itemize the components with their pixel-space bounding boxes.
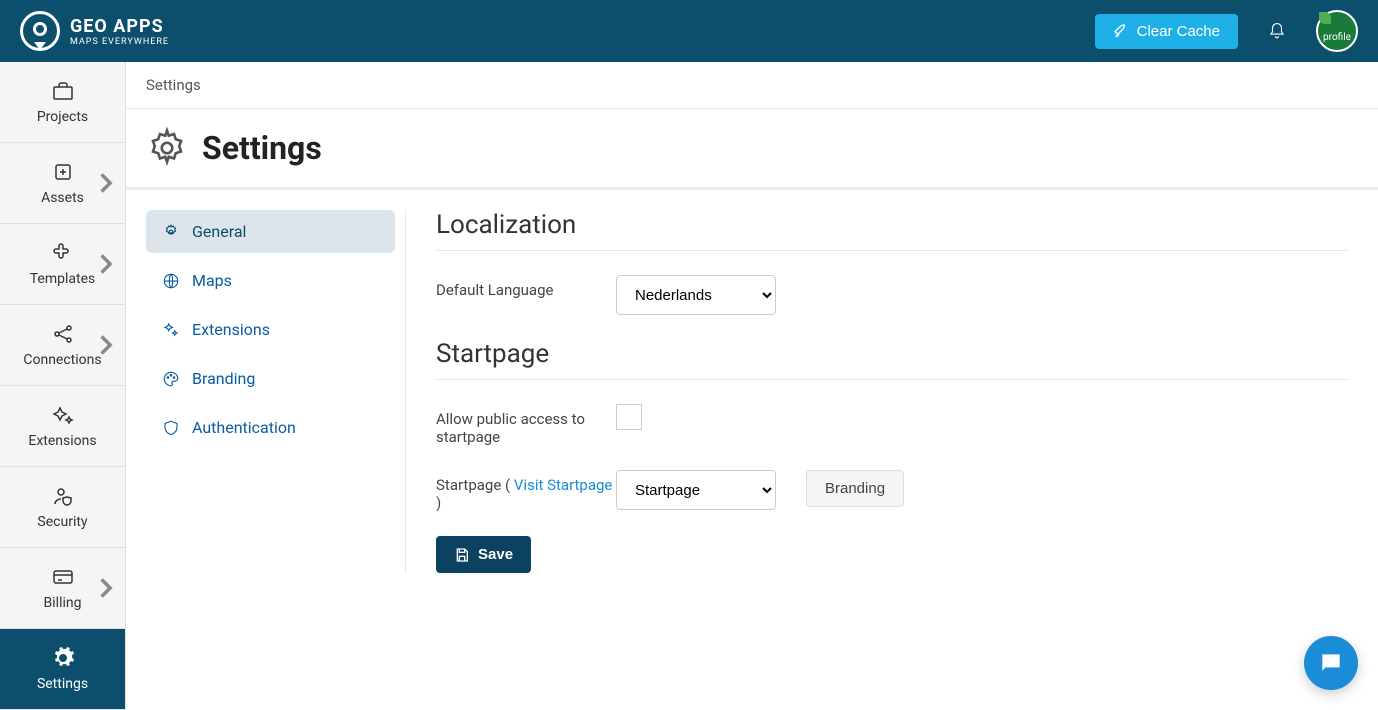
sparkle-icon <box>162 321 180 339</box>
subnav-general[interactable]: General <box>146 210 395 253</box>
subnav-branding[interactable]: Branding <box>146 357 395 400</box>
sidebar-item-projects[interactable]: Projects <box>0 62 125 143</box>
puzzle-icon <box>51 241 75 265</box>
page-title: Settings <box>202 129 322 167</box>
default-language-label: Default Language <box>436 275 616 299</box>
allow-public-label: Allow public access to startpage <box>436 404 616 446</box>
sidebar-item-extensions[interactable]: Extensions <box>0 386 125 467</box>
settings-subnav: General Maps Extensions Branding Authent… <box>146 210 406 573</box>
branding-button[interactable]: Branding <box>806 470 904 507</box>
plus-box-icon <box>51 160 75 184</box>
visit-startpage-link[interactable]: Visit Startpage <box>514 476 613 494</box>
shield-icon <box>162 419 180 437</box>
briefcase-icon <box>51 79 75 103</box>
notifications-icon[interactable] <box>1268 22 1286 40</box>
sidebar-item-templates[interactable]: Templates <box>0 224 125 305</box>
main-sidebar: Projects Assets Templates Connections Ex… <box>0 62 126 710</box>
share-icon <box>51 322 75 346</box>
subnav-extensions[interactable]: Extensions <box>146 308 395 351</box>
sparkle-icon <box>51 403 75 427</box>
brand-subtitle: MAPS EVERYWHERE <box>70 37 169 47</box>
gear-icon <box>146 127 188 169</box>
sidebar-item-billing[interactable]: Billing <box>0 548 125 629</box>
subnav-maps[interactable]: Maps <box>146 259 395 302</box>
startpage-heading: Startpage <box>436 339 1348 380</box>
logo-pin-icon <box>20 11 60 51</box>
save-button[interactable]: Save <box>436 536 531 573</box>
chevron-right-icon <box>93 252 117 276</box>
chevron-right-icon <box>93 333 117 357</box>
sidebar-item-assets[interactable]: Assets <box>0 143 125 224</box>
startpage-label: Startpage ( Visit Startpage ) <box>436 470 616 512</box>
chevron-right-icon <box>93 171 117 195</box>
globe-icon <box>162 272 180 290</box>
app-header: GEO APPS MAPS EVERYWHERE Clear Cache pro… <box>0 0 1378 62</box>
allow-public-checkbox[interactable] <box>616 404 642 430</box>
gear-icon <box>162 223 180 241</box>
chevron-right-icon <box>93 576 117 600</box>
sidebar-item-security[interactable]: Security <box>0 467 125 548</box>
card-icon <box>51 565 75 589</box>
subnav-authentication[interactable]: Authentication <box>146 406 395 449</box>
user-shield-icon <box>51 484 75 508</box>
default-language-select[interactable]: Nederlands <box>616 275 776 315</box>
rocket-icon <box>1113 23 1129 39</box>
gear-icon <box>51 646 75 670</box>
brand-title: GEO APPS <box>70 16 169 37</box>
brand-logo[interactable]: GEO APPS MAPS EVERYWHERE <box>20 11 169 51</box>
save-icon <box>454 547 470 563</box>
breadcrumb: Settings <box>126 62 1378 109</box>
sidebar-item-connections[interactable]: Connections <box>0 305 125 386</box>
profile-avatar[interactable]: profile <box>1316 10 1358 52</box>
leaf-icon <box>1319 12 1331 24</box>
chat-icon <box>1318 650 1344 676</box>
localization-heading: Localization <box>436 210 1348 251</box>
chat-fab[interactable] <box>1304 636 1358 690</box>
startpage-select[interactable]: Startpage <box>616 470 776 510</box>
sidebar-item-settings[interactable]: Settings <box>0 629 125 710</box>
clear-cache-button[interactable]: Clear Cache <box>1095 14 1238 49</box>
palette-icon <box>162 370 180 388</box>
